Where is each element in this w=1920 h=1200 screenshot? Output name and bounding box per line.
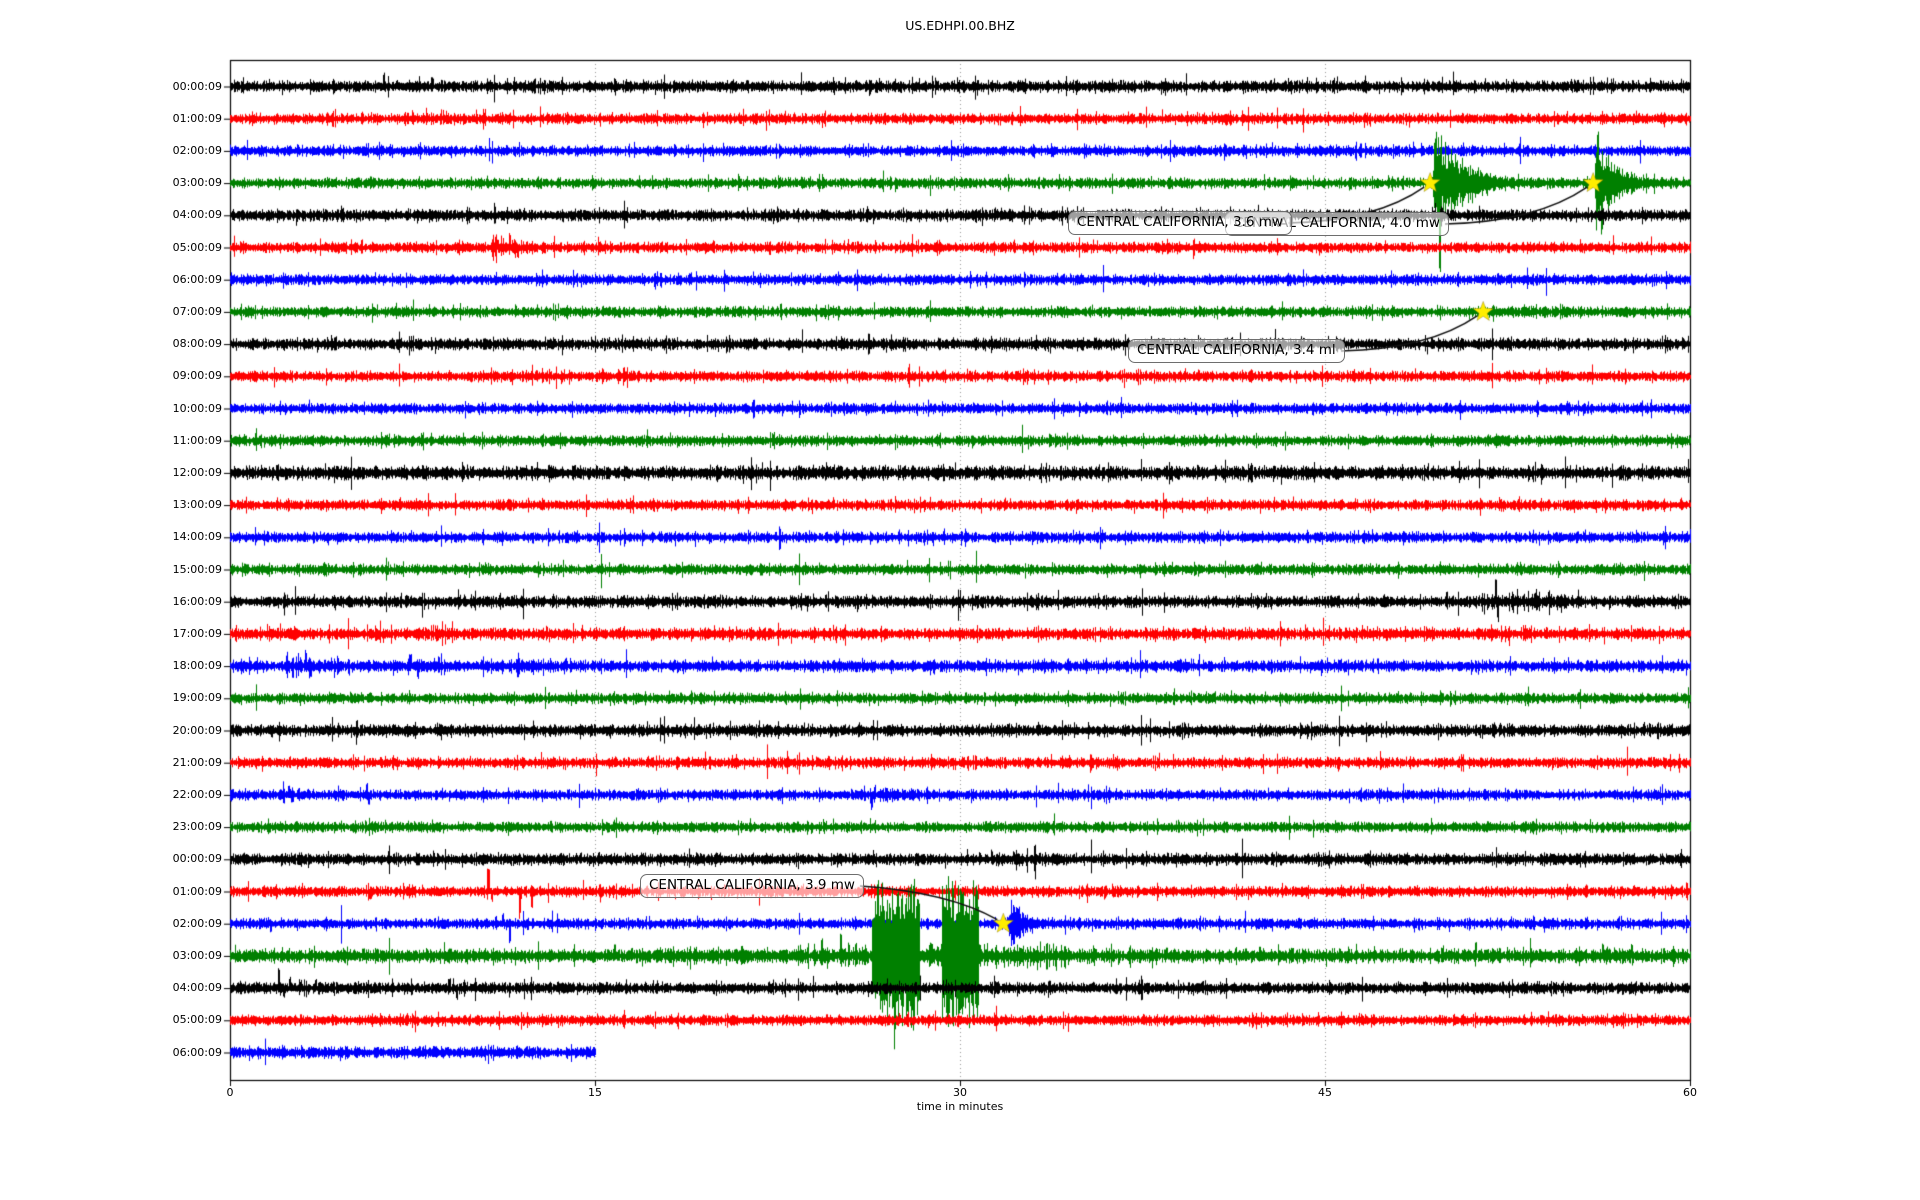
y-axis-label: 05:00:09 — [172, 1013, 222, 1027]
y-axis-label: 23:00:09 — [172, 820, 222, 834]
y-axis-label: 16:00:09 — [172, 594, 222, 608]
y-axis-label: 13:00:09 — [172, 498, 222, 512]
y-axis-label: 00:00:09 — [172, 852, 222, 866]
event-annotation-3.9mw: CENTRAL CALIFORNIA, 3.9 mw — [640, 874, 864, 898]
y-axis-label: 04:00:09 — [172, 208, 222, 222]
y-axis-label: 14:00:09 — [172, 530, 222, 544]
x-axis-tick-label: 30 — [953, 1086, 967, 1099]
y-axis-label: 09:00:09 — [172, 369, 222, 383]
y-axis-label: 04:00:09 — [172, 981, 222, 995]
figure-title: US.EDHPI.00.BHZ — [905, 18, 1015, 33]
y-axis-label: 10:00:09 — [172, 401, 222, 415]
y-axis-label: 06:00:09 — [172, 272, 222, 286]
event-annotation-3.6mw: CENTRAL CALIFORNIA, 3.6 mw — [1068, 211, 1292, 235]
y-axis-label: 21:00:09 — [172, 755, 222, 769]
x-axis-tick-label: 0 — [226, 1086, 234, 1099]
y-axis-label: 02:00:09 — [172, 916, 222, 930]
y-axis-label: 03:00:09 — [172, 948, 222, 962]
y-axis-label: 17:00:09 — [172, 626, 222, 640]
y-axis-label: 00:00:09 — [172, 79, 222, 93]
x-axis-label: time in minutes — [916, 1100, 1004, 1113]
y-axis-label: 03:00:09 — [172, 176, 222, 190]
y-axis-label: 07:00:09 — [172, 304, 222, 318]
y-axis-label: 18:00:09 — [172, 659, 222, 673]
y-axis-label: 01:00:09 — [172, 111, 222, 125]
y-axis-label: 22:00:09 — [172, 787, 222, 801]
y-axis-label: 06:00:09 — [172, 1045, 222, 1059]
x-axis-tick-label: 15 — [588, 1086, 602, 1099]
event-annotation-3.4ml: CENTRAL CALIFORNIA, 3.4 ml — [1128, 339, 1345, 363]
y-axis-label: 12:00:09 — [172, 465, 222, 479]
y-axis-label: 15:00:09 — [172, 562, 222, 576]
x-axis-tick-label: 45 — [1318, 1086, 1332, 1099]
x-axis-tick-label: 60 — [1683, 1086, 1697, 1099]
y-axis-label: 05:00:09 — [172, 240, 222, 254]
y-axis-label: 02:00:09 — [172, 143, 222, 157]
y-axis-label: 01:00:09 — [172, 884, 222, 898]
seismogram-figure: US.EDHPI.00.BHZ 00:00:09 01:00:09 02:00:09… — [0, 0, 1920, 1200]
y-axis-label: 11:00:09 — [172, 433, 222, 447]
y-axis-label: 08:00:09 — [172, 337, 222, 351]
y-axis-label: 20:00:09 — [172, 723, 222, 737]
seismogram-plot-canvas — [0, 0, 1920, 1200]
y-axis-label: 19:00:09 — [172, 691, 222, 705]
